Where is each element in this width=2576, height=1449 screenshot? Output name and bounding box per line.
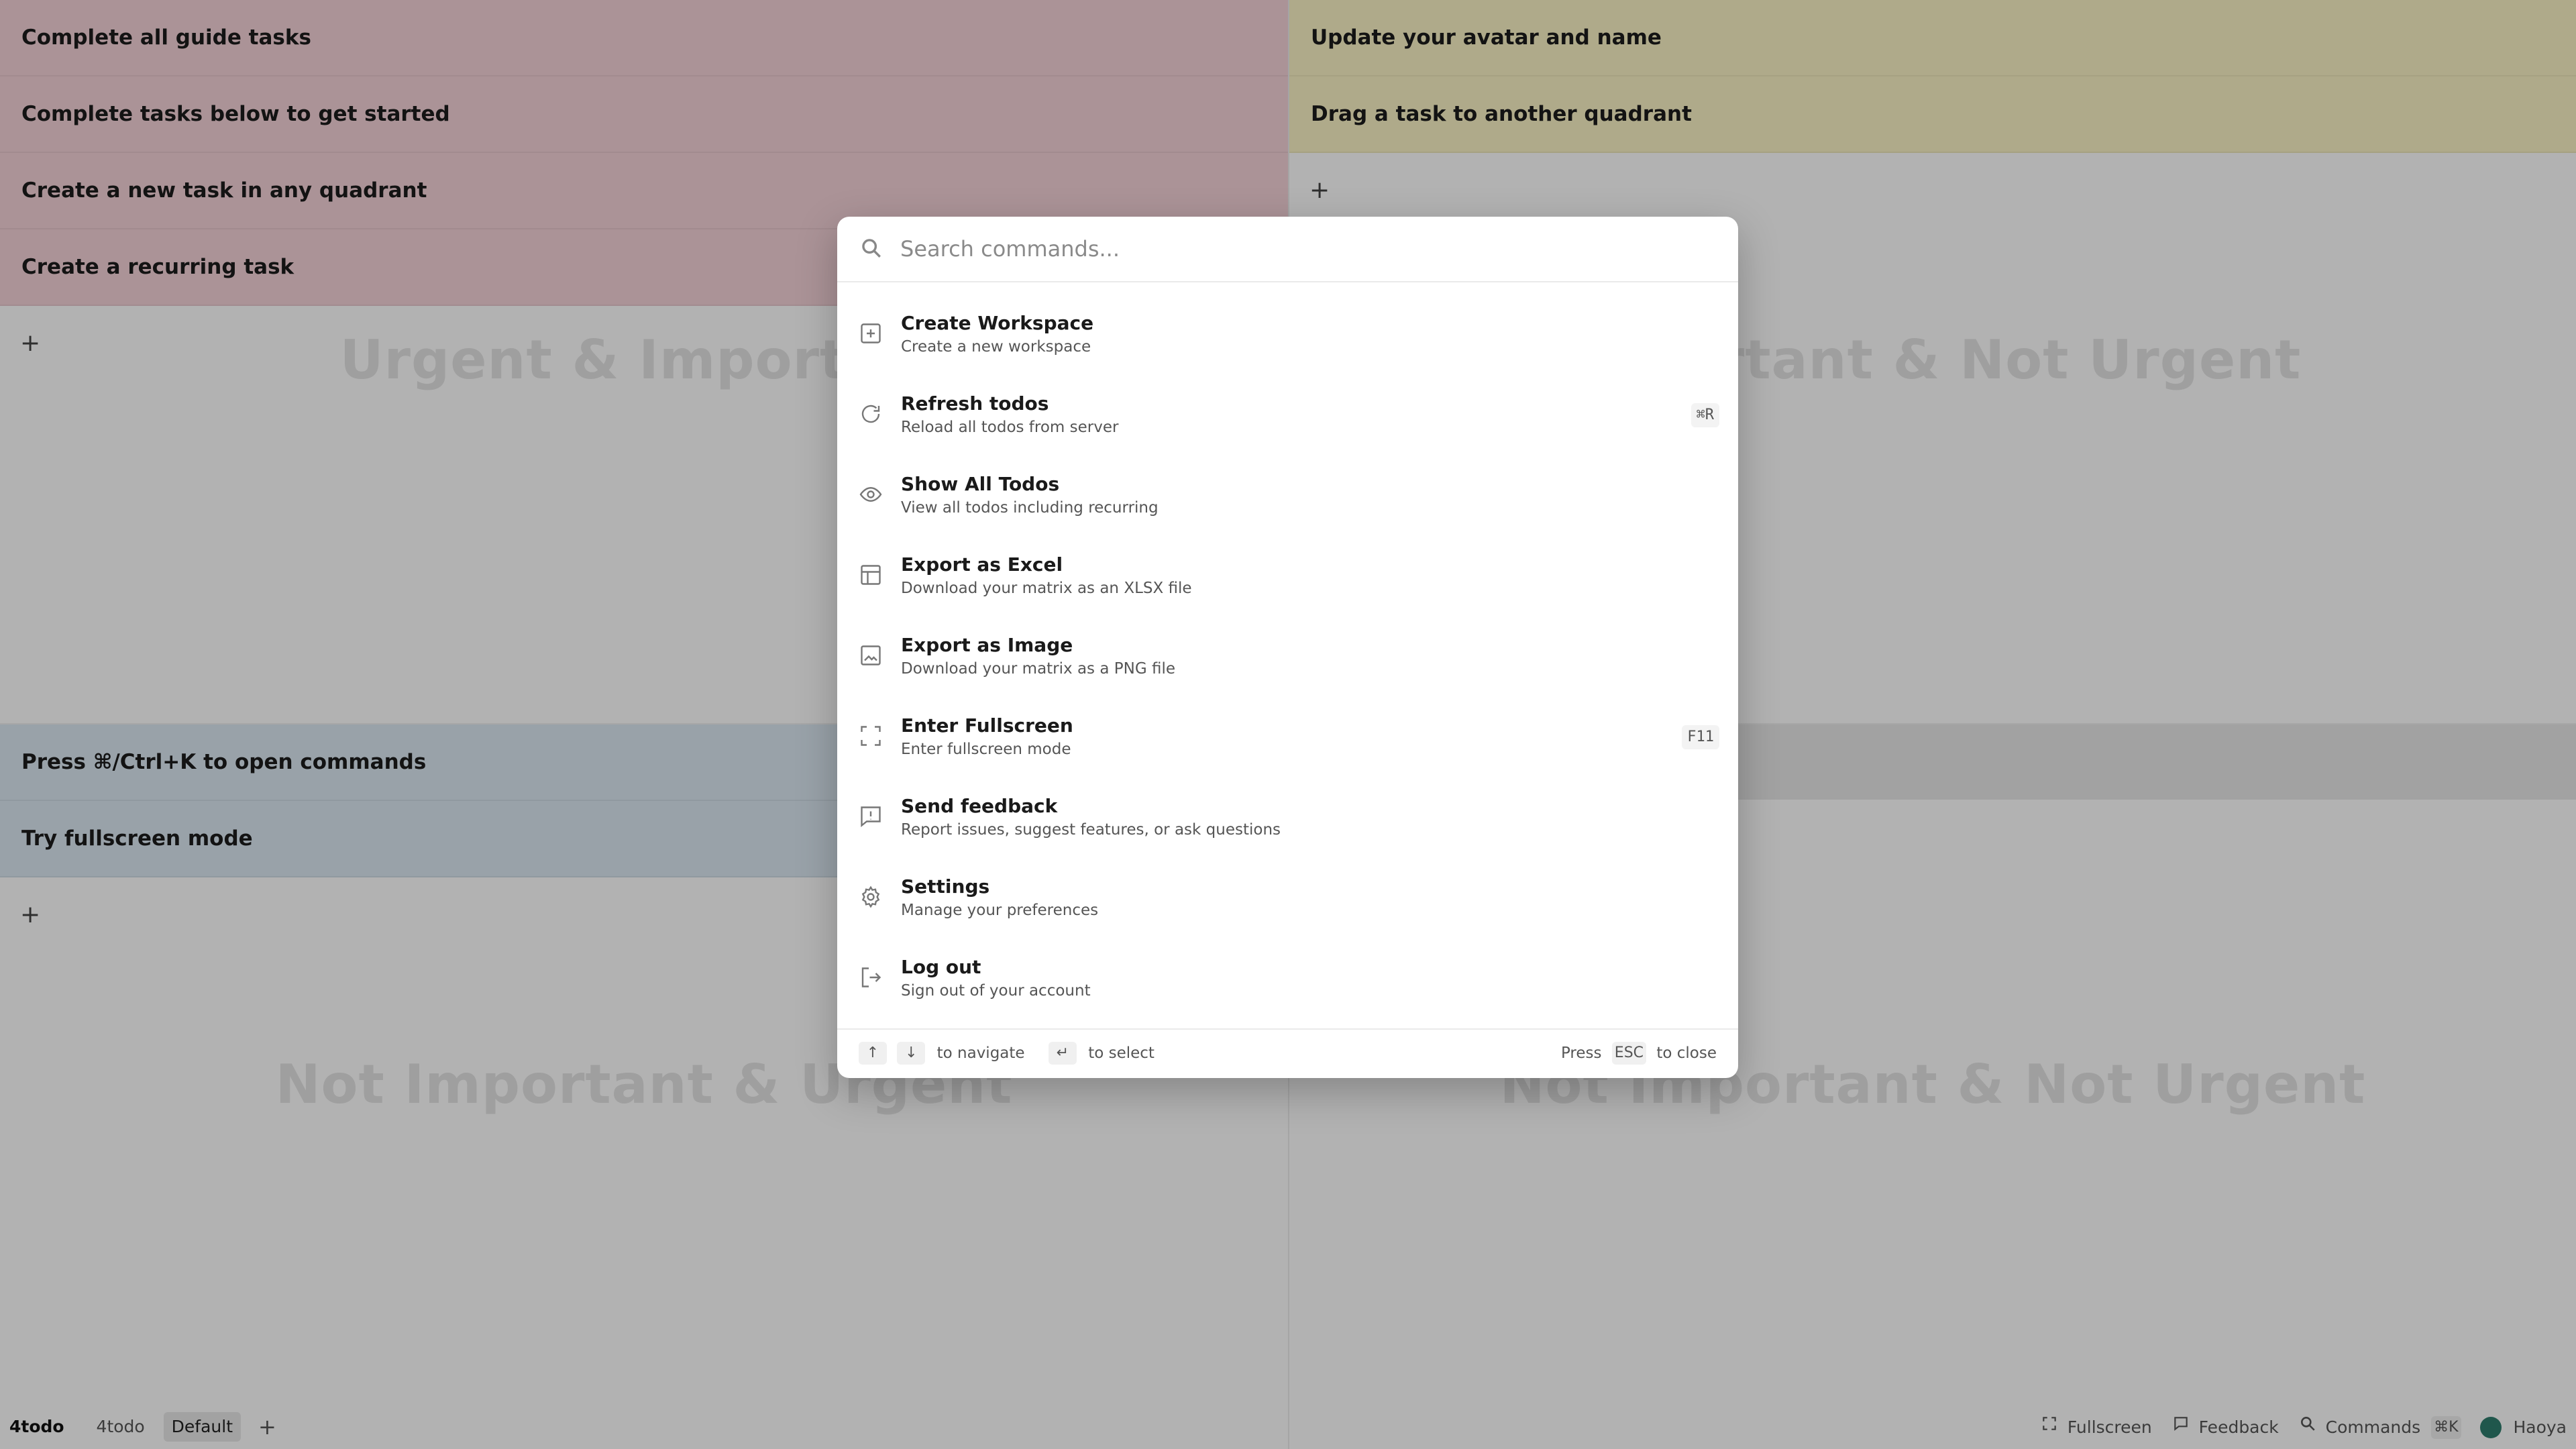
command-title: Log out [901,956,981,978]
command-log-out[interactable]: Log out Sign out of your account [837,940,1738,1020]
navigate-hint: to navigate [936,1044,1025,1062]
plus-square-icon [861,323,881,343]
press-label: Press [1560,1044,1602,1062]
select-hint: to select [1088,1044,1155,1062]
command-title: Export as Excel [901,553,1063,576]
fullscreen-icon [861,726,881,746]
command-description: View all todos including recurring [901,499,1159,517]
command-create-workspace[interactable]: Create Workspace Create a new workspace [837,296,1738,376]
logout-icon [861,967,881,987]
command-export-excel[interactable]: Export as Excel Download your matrix as … [837,537,1738,618]
command-list: Create Workspace Create a new workspace … [837,282,1738,1020]
close-hint: Press ESC to close [1561,1042,1717,1065]
command-description: Reload all todos from server [901,419,1119,436]
up-arrow-key: ↑ [859,1042,887,1065]
command-title: Enter Fullscreen [901,714,1073,737]
refresh-icon [861,405,880,423]
command-shortcut: F11 [1682,725,1719,749]
eye-icon [859,487,882,502]
image-icon [861,645,881,665]
command-description: Manage your preferences [901,902,1099,919]
command-title: Export as Image [901,634,1073,656]
command-shortcut: ⌘R [1690,403,1719,427]
enter-key: ↵ [1048,1042,1077,1065]
command-enter-fullscreen[interactable]: Enter Fullscreen Enter fullscreen mode F… [837,698,1738,779]
command-description: Report issues, suggest features, or ask … [901,821,1281,839]
feedback-icon [861,806,881,827]
gear-icon [861,885,880,908]
command-title: Settings [901,875,990,898]
command-refresh-todos[interactable]: Refresh todos Reload all todos from serv… [837,376,1738,457]
command-title: Create Workspace [901,312,1094,334]
search-icon [862,239,881,258]
command-description: Create a new workspace [901,338,1091,356]
command-description: Download your matrix as an XLSX file [901,580,1192,597]
table-icon [861,565,881,585]
command-export-image[interactable]: Export as Image Download your matrix as … [837,618,1738,698]
command-title: Send feedback [901,795,1058,817]
command-search-input[interactable] [899,229,1707,269]
command-title: Show All Todos [901,473,1060,495]
command-settings[interactable]: Settings Manage your preferences [837,859,1738,940]
down-arrow-key: ↓ [897,1042,926,1065]
search-bar [837,217,1738,282]
command-title: Refresh todos [901,392,1049,415]
navigation-hints: ↑ ↓ to navigate ↵ to select [859,1042,1155,1065]
close-label: to close [1656,1044,1717,1062]
esc-key: ESC [1611,1042,1647,1065]
command-description: Download your matrix as a PNG file [901,660,1175,678]
command-description: Enter fullscreen mode [901,741,1071,758]
command-send-feedback[interactable]: Send feedback Report issues, suggest fea… [837,779,1738,859]
command-description: Sign out of your account [901,982,1091,1000]
command-palette: Create Workspace Create a new workspace … [837,217,1738,1078]
palette-footer: ↑ ↓ to navigate ↵ to select Press ESC to… [837,1028,1738,1078]
command-show-all-todos[interactable]: Show All Todos View all todos including … [837,457,1738,537]
